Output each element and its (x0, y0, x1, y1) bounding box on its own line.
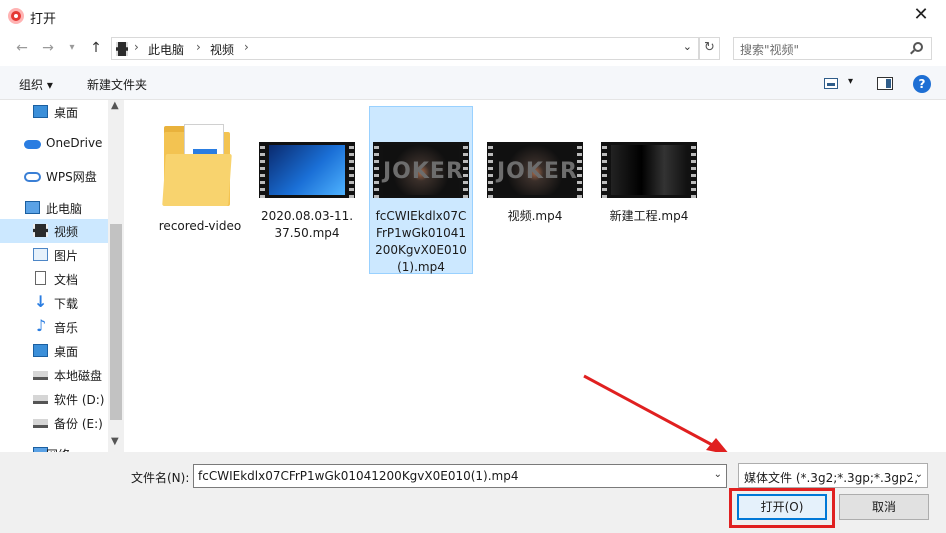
address-bar[interactable]: › 此电脑 › 视频 › ⌄ (111, 37, 699, 60)
command-toolbar: 组织 ▾ 新建文件夹 (0, 66, 946, 100)
chevron-down-icon: ⌄ (911, 469, 923, 480)
video-thumbnail (259, 142, 355, 198)
sidebar-item-desktop[interactable]: 桌面 (0, 100, 108, 124)
search-icon[interactable] (913, 42, 923, 52)
filename-field[interactable]: fcCWIEkdlx07CFrP1wGk01041200KgvX0E010(1)… (193, 464, 727, 488)
video-thumbnail: JOKER (373, 142, 469, 198)
sidebar-item-label: OneDrive (46, 136, 103, 150)
sidebar-item-local-disk[interactable]: 本地磁盘 (0, 363, 108, 387)
file-item[interactable]: 2020.08.03-11.37.50.mp4 (255, 108, 359, 242)
sidebar-item-label: 此电脑 (46, 202, 83, 216)
sidebar-item-label: 软件 (D:) (54, 393, 105, 407)
file-item[interactable]: recored-video (148, 108, 252, 235)
file-name: 2020.08.03-11.37.50.mp4 (260, 209, 354, 240)
disk-icon (33, 419, 48, 428)
file-name: 视频.mp4 (507, 209, 563, 223)
sidebar-item-this-pc[interactable]: 此电脑 (0, 196, 108, 220)
disk-icon (33, 371, 48, 380)
annotation-highlight-box (729, 488, 835, 528)
sidebar-item-label: WPS网盘 (46, 170, 97, 184)
search-placeholder: 搜索"视频" (740, 43, 800, 57)
navigation-pane: 桌面 OneDrive WPS网盘 此电脑 视频 图片 文档 ↓ 下载 ♪ 音乐… (0, 100, 108, 452)
back-arrow-icon[interactable]: ← (12, 38, 32, 58)
breadcrumb-videos[interactable]: 视频 (210, 41, 234, 58)
breadcrumb-chevron-icon: › (196, 40, 201, 54)
filename-label: 文件名(N): (131, 471, 190, 485)
sidebar-item-label: 桌面 (54, 345, 79, 359)
sidebar-item-downloads[interactable]: ↓ 下载 (0, 291, 108, 315)
download-icon: ↓ (34, 292, 48, 311)
sidebar-item-videos[interactable]: 视频 (0, 219, 108, 243)
forward-arrow-icon[interactable]: → (38, 38, 58, 58)
organize-menu[interactable]: 组织 ▾ (19, 76, 53, 93)
help-icon[interactable]: ? (913, 75, 931, 93)
sidebar-item-drive-d[interactable]: 软件 (D:) (0, 387, 108, 411)
close-icon[interactable]: ✕ (910, 4, 932, 26)
file-name: recored-video (158, 219, 242, 233)
sidebar-item-desktop-2[interactable]: 桌面 (0, 339, 108, 363)
scroll-down-icon[interactable]: ▼ (111, 436, 119, 447)
filetype-value: 媒体文件 (*.3g2;*.3gp;*.3gp2; (744, 471, 919, 485)
file-item[interactable]: JOKER 视频.mp4 (483, 108, 587, 225)
cloud-icon (24, 140, 41, 149)
sidebar-item-documents[interactable]: 文档 (0, 267, 108, 291)
sidebar-item-label: 视频 (54, 225, 79, 239)
computer-icon (25, 201, 40, 214)
app-icon (8, 8, 24, 24)
cancel-button[interactable]: 取消 (839, 494, 929, 520)
sidebar-item-onedrive[interactable]: OneDrive (0, 132, 108, 156)
file-name: fcCWIEkdlx07CFrP1wGk01041200KgvX0E010(1)… (375, 209, 467, 274)
sidebar-scrollbar[interactable]: ▲ ▼ (108, 100, 124, 452)
music-icon: ♪ (36, 316, 47, 335)
sidebar-item-label: 桌面 (54, 106, 79, 120)
sidebar-item-music[interactable]: ♪ 音乐 (0, 315, 108, 339)
breadcrumb-chevron-icon: › (134, 40, 139, 54)
video-thumbnail (601, 142, 697, 198)
breadcrumb-this-pc[interactable]: 此电脑 (148, 41, 184, 58)
up-arrow-icon[interactable]: ↑ (86, 38, 106, 58)
file-item-selected[interactable]: JOKER fcCWIEkdlx07CFrP1wGk01041200KgvX0E… (369, 106, 473, 274)
sidebar-item-label: 音乐 (54, 321, 79, 335)
scrollbar-thumb[interactable] (110, 224, 122, 420)
disk-icon (33, 395, 48, 404)
scroll-up-icon[interactable]: ▲ (111, 100, 119, 111)
chevron-down-icon[interactable]: ⌄ (714, 469, 722, 480)
file-item[interactable]: 新建工程.mp4 (597, 108, 701, 225)
window-title: 打开 (30, 12, 57, 27)
title-bar: 打开 ✕ (0, 0, 946, 32)
refresh-button[interactable]: ↻ (699, 37, 720, 60)
sidebar-item-network[interactable]: 网络 (0, 442, 108, 452)
desktop-icon (33, 344, 48, 357)
sidebar-item-label: 文档 (54, 273, 79, 287)
sidebar-item-label: 本地磁盘 (54, 369, 103, 383)
recent-dropdown-icon[interactable]: ▾ (62, 38, 82, 58)
sidebar-item-label: 备份 (E:) (54, 417, 103, 431)
sidebar-item-pictures[interactable]: 图片 (0, 243, 108, 267)
preview-pane-icon[interactable] (877, 77, 893, 90)
chevron-down-icon[interactable]: ▾ (848, 76, 853, 87)
view-mode-icon[interactable] (824, 78, 838, 89)
documents-icon (35, 271, 46, 285)
sidebar-item-label: 下载 (54, 297, 79, 311)
chevron-down-icon[interactable]: ⌄ (683, 40, 692, 53)
annotation-arrow (583, 374, 730, 455)
sidebar-item-label: 图片 (54, 249, 79, 263)
desktop-icon (33, 105, 48, 118)
breadcrumb-chevron-icon: › (244, 40, 249, 54)
search-input[interactable]: 搜索"视频" (733, 37, 932, 60)
filetype-select[interactable]: 媒体文件 (*.3g2;*.3gp;*.3gp2; ⌄ (738, 463, 928, 488)
refresh-icon: ↻ (704, 40, 715, 55)
video-thumbnail: JOKER (487, 142, 583, 198)
file-list: recored-video 2020.08.03-11.37.50.mp4 JO… (124, 100, 946, 452)
filename-value: fcCWIEkdlx07CFrP1wGk01041200KgvX0E010(1)… (198, 469, 519, 483)
file-name: 新建工程.mp4 (609, 209, 689, 223)
video-folder-icon (33, 224, 48, 237)
folder-icon (162, 124, 236, 210)
sidebar-item-wps[interactable]: WPS网盘 (0, 164, 108, 188)
sidebar-item-drive-e[interactable]: 备份 (E:) (0, 411, 108, 435)
pictures-icon (33, 248, 48, 261)
video-folder-icon (116, 42, 128, 56)
wps-cloud-icon (24, 172, 41, 182)
new-folder-button[interactable]: 新建文件夹 (87, 76, 147, 93)
